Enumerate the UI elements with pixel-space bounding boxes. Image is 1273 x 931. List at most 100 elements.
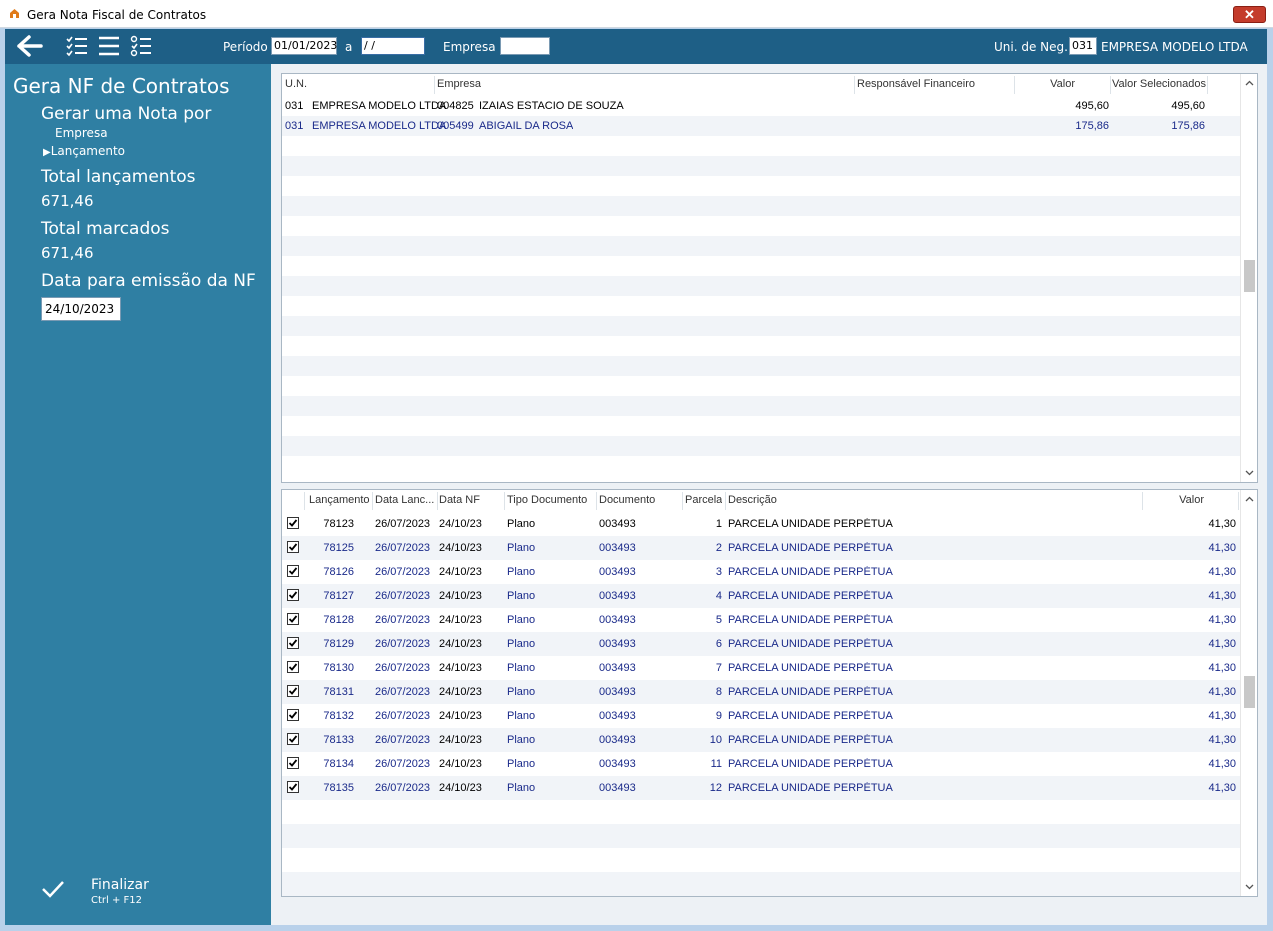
checkmark-icon — [288, 543, 298, 551]
lancamentos-scrollbar[interactable] — [1240, 490, 1257, 896]
empresas-scrollbar[interactable] — [1240, 74, 1257, 482]
close-button[interactable]: ✕ — [1233, 6, 1266, 23]
back-arrow-icon[interactable] — [15, 34, 43, 58]
header-data-nf[interactable]: Data NF — [439, 494, 480, 506]
empresas-grid: U.N. Empresa Responsável Financeiro Valo… — [281, 73, 1258, 483]
cell-descricao: PARCELA UNIDADE PERPÉTUA — [728, 758, 893, 770]
finalizar-button[interactable]: Finalizar Ctrl + F12 — [41, 874, 181, 914]
table-row[interactable]: 78130 26/07/2023 24/10/23 Plano 003493 7 PARCE… — [282, 656, 1257, 680]
row-checkbox[interactable] — [287, 757, 299, 769]
periodo-start-input[interactable]: 01/01/2023 — [271, 37, 337, 55]
option-empresa[interactable]: Empresa — [55, 126, 108, 140]
cell-valor: 41,30 — [1208, 758, 1236, 770]
table-row[interactable]: 031 EMPRESA MODELO LTDA 005499 ABIGAIL DA R… — [282, 116, 1257, 136]
table-row[interactable]: 78134 26/07/2023 24/10/23 Plano 003493 11 PARC… — [282, 752, 1257, 776]
chevron-up-icon[interactable] — [1244, 494, 1255, 505]
cell-data-nf: 24/10/23 — [439, 782, 482, 794]
empty-row — [282, 396, 1257, 416]
row-checkbox[interactable] — [287, 565, 299, 577]
table-row[interactable]: 78135 26/07/2023 24/10/23 Plano 003493 12 PARC… — [282, 776, 1257, 800]
cell-valor: 41,30 — [1208, 518, 1236, 530]
checklist-icon[interactable] — [65, 34, 89, 58]
cell-tipo-documento: Plano — [507, 782, 536, 794]
uni-neg-code-input[interactable]: 031 — [1069, 37, 1097, 55]
empty-row — [282, 136, 1257, 156]
header-responsavel[interactable]: Responsável Financeiro — [857, 78, 975, 90]
table-row[interactable]: 031 EMPRESA MODELO LTDA 004825 IZAIAS ESTAC… — [282, 96, 1257, 116]
cell-data-lanc: 26/07/2023 — [375, 518, 431, 530]
option-lancamento[interactable]: ▶Lançamento — [43, 144, 125, 158]
header-documento[interactable]: Documento — [599, 494, 655, 506]
header-valor-lanc[interactable]: Valor — [1152, 494, 1204, 506]
row-checkbox[interactable] — [287, 589, 299, 601]
row-checkbox[interactable] — [287, 613, 299, 625]
empty-row — [282, 316, 1257, 336]
table-row[interactable]: 78133 26/07/2023 24/10/23 Plano 003493 10 PARC… — [282, 728, 1257, 752]
empty-row — [282, 376, 1257, 396]
header-lancamento[interactable]: Lançamento — [309, 494, 370, 506]
periodo-a-label: a — [345, 40, 353, 54]
row-checkbox[interactable] — [287, 517, 299, 529]
header-descricao[interactable]: Descrição — [728, 494, 777, 506]
chevron-down-icon[interactable] — [1244, 467, 1255, 478]
checkmark-icon — [288, 711, 298, 719]
list-icon[interactable] — [97, 34, 121, 58]
cell-descricao: PARCELA UNIDADE PERPÉTUA — [728, 686, 893, 698]
row-checkbox[interactable] — [287, 637, 299, 649]
cell-lancamento: 78128 — [323, 614, 354, 626]
total-marcados-label: Total marcados — [41, 219, 170, 239]
toolbar: Período 01/01/2023 a / / Empresa Uni. de… — [5, 29, 1267, 64]
checkmark-icon — [288, 591, 298, 599]
periodo-end-input[interactable]: / / — [361, 37, 425, 55]
header-valor[interactable]: Valor — [1017, 78, 1075, 90]
empty-row — [282, 356, 1257, 376]
table-row[interactable]: 78123 26/07/2023 24/10/23 Plano 003493 1 PARCE… — [282, 512, 1257, 536]
row-checkbox[interactable] — [287, 685, 299, 697]
table-row[interactable]: 78126 26/07/2023 24/10/23 Plano 003493 3 PARCE… — [282, 560, 1257, 584]
cell-data-nf: 24/10/23 — [439, 638, 482, 650]
header-tipo-documento[interactable]: Tipo Documento — [507, 494, 587, 506]
table-row[interactable]: 78125 26/07/2023 24/10/23 Plano 003493 2 PARCE… — [282, 536, 1257, 560]
cell-parcela: 10 — [709, 734, 722, 746]
empty-row — [282, 824, 1257, 848]
total-marcados-value: 671,46 — [41, 244, 94, 262]
empresa-input[interactable] — [500, 37, 550, 55]
cell-parcela: 1 — [715, 518, 722, 530]
cell-parcela: 4 — [715, 590, 722, 602]
empty-row — [282, 256, 1257, 276]
data-emissao-input[interactable]: 24/10/2023 — [41, 297, 121, 321]
row-checkbox[interactable] — [287, 781, 299, 793]
lancamentos-scroll-thumb[interactable] — [1244, 676, 1255, 708]
header-empresa[interactable]: Empresa — [437, 78, 481, 90]
cell-lancamento: 78127 — [323, 590, 354, 602]
cell-lancamento: 78126 — [323, 566, 354, 578]
header-parcela[interactable]: Parcela — [685, 494, 722, 506]
table-row[interactable]: 78129 26/07/2023 24/10/23 Plano 003493 6 PARCE… — [282, 632, 1257, 656]
cell-tipo-documento: Plano — [507, 758, 536, 770]
header-data-lanc[interactable]: Data Lanc... — [375, 494, 437, 506]
row-checkbox[interactable] — [287, 661, 299, 673]
cell-data-nf: 24/10/23 — [439, 734, 482, 746]
checkmark-icon — [288, 663, 298, 671]
empty-row — [282, 456, 1257, 476]
cell-valor: 41,30 — [1208, 734, 1236, 746]
row-checkbox[interactable] — [287, 709, 299, 721]
chevron-up-icon[interactable] — [1244, 78, 1255, 89]
total-lancamentos-value: 671,46 — [41, 192, 94, 210]
empresas-scroll-thumb[interactable] — [1244, 260, 1255, 292]
table-row[interactable]: 78132 26/07/2023 24/10/23 Plano 003493 9 PARCE… — [282, 704, 1257, 728]
cell-parcela: 5 — [715, 614, 722, 626]
row-checkbox[interactable] — [287, 733, 299, 745]
chevron-down-icon[interactable] — [1244, 881, 1255, 892]
empty-row — [282, 800, 1257, 824]
cell-parcela: 9 — [715, 710, 722, 722]
table-row[interactable]: 78131 26/07/2023 24/10/23 Plano 003493 8 PARCE… — [282, 680, 1257, 704]
uncheck-list-icon[interactable] — [129, 34, 153, 58]
header-un[interactable]: U.N. — [285, 78, 307, 90]
header-valor-selecionados[interactable]: Valor Selecionados — [1112, 78, 1208, 90]
table-row[interactable]: 78127 26/07/2023 24/10/23 Plano 003493 4 PARCE… — [282, 584, 1257, 608]
table-row[interactable]: 78128 26/07/2023 24/10/23 Plano 003493 5 PARCE… — [282, 608, 1257, 632]
cell-descricao: PARCELA UNIDADE PERPÉTUA — [728, 590, 893, 602]
sidebar-heading: Gera NF de Contratos — [13, 74, 230, 98]
row-checkbox[interactable] — [287, 541, 299, 553]
